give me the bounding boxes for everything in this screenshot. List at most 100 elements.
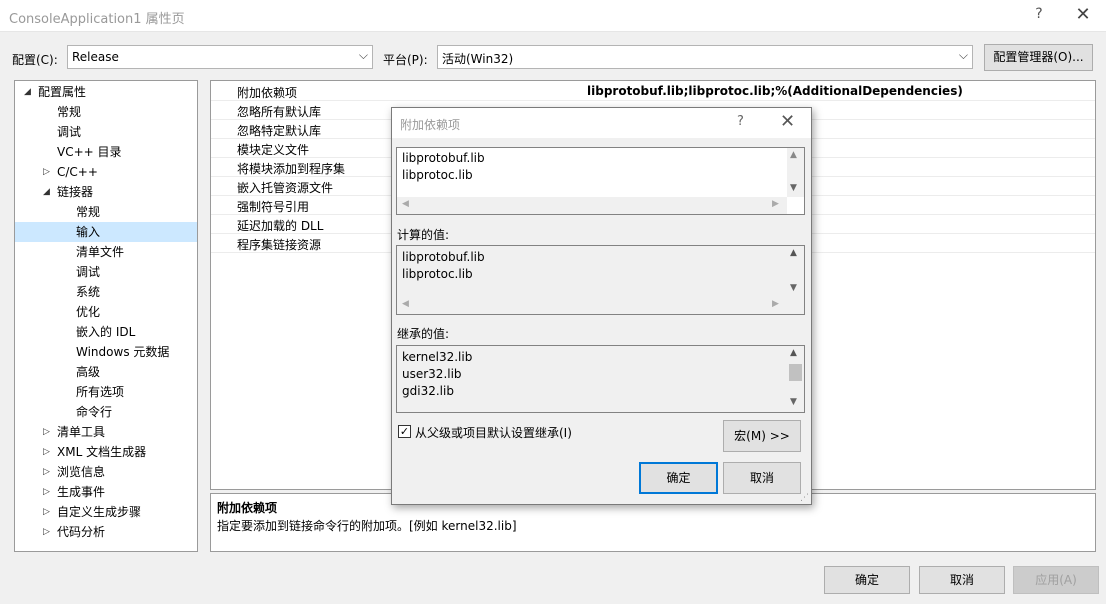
tree-item-c-cpp[interactable]: ▷ C/C++ — [15, 162, 197, 182]
tree-item-label: 清单工具 — [57, 425, 106, 439]
tree-item-label: 命令行 — [76, 405, 113, 419]
property-name: 忽略特定默认库 — [237, 124, 322, 138]
tree-item-label: 生成事件 — [57, 485, 106, 499]
scroll-down-icon[interactable]: ▼ — [790, 283, 797, 293]
dialog-ok-button[interactable]: 确定 — [639, 462, 718, 494]
tree-item-general[interactable]: 常规 — [15, 102, 197, 122]
tree-item-config-properties[interactable]: ◢ 配置属性 — [15, 82, 197, 102]
dialog-title-bar: 附加依赖项 ? ✕ — [392, 108, 811, 138]
tree-item-browse-info[interactable]: ▷ 浏览信息 — [15, 462, 197, 482]
scroll-left-icon[interactable]: ◀ — [402, 299, 409, 309]
dialog-help-button[interactable]: ? — [737, 114, 744, 129]
platform-dropdown[interactable]: 活动(Win32) ⌵ — [437, 45, 973, 69]
platform-label: 平台(P): — [383, 53, 428, 67]
ok-button[interactable]: 确定 — [824, 566, 910, 594]
tree-item-debugging[interactable]: 调试 — [15, 122, 197, 142]
tree-item-system[interactable]: 系统 — [15, 282, 197, 302]
tree-item-command-line[interactable]: 命令行 — [15, 402, 197, 422]
config-dropdown[interactable]: Release ⌵ — [67, 45, 373, 69]
vertical-scrollbar[interactable]: ▲ ▼ — [787, 246, 804, 297]
resize-grip-icon[interactable]: ⋰ — [800, 493, 809, 503]
scroll-left-icon[interactable]: ◀ — [402, 199, 409, 209]
expand-arrow-icon[interactable]: ▷ — [43, 502, 50, 522]
tree-item-linker-general[interactable]: 常规 — [15, 202, 197, 222]
expand-arrow-icon[interactable]: ▷ — [43, 482, 50, 502]
tree-item-label: XML 文档生成器 — [57, 445, 147, 459]
vertical-scrollbar[interactable]: ▲ ▼ — [787, 148, 804, 197]
tree-item-label: 链接器 — [57, 185, 94, 199]
tree-item-build-events[interactable]: ▷ 生成事件 — [15, 482, 197, 502]
tree-item-code-analysis[interactable]: ▷ 代码分析 — [15, 522, 197, 542]
check-icon: ✓ — [399, 425, 410, 438]
tree-item-windows-metadata[interactable]: Windows 元数据 — [15, 342, 197, 362]
tree-item-label: C/C++ — [57, 165, 98, 179]
dependencies-edit-box[interactable]: libprotobuf.lib libprotoc.lib ▲ ▼ ◀ ▶ — [396, 147, 805, 215]
scroll-up-icon[interactable]: ▲ — [790, 150, 797, 160]
grid-row-additional-dependencies[interactable]: 附加依赖项 libprotobuf.lib;libprotoc.lib;%(Ad… — [211, 82, 1095, 101]
horizontal-scrollbar[interactable]: ◀ ▶ — [397, 297, 787, 314]
tree-item-label: 调试 — [57, 125, 82, 139]
inherit-checkbox[interactable]: ✓ — [398, 425, 411, 438]
property-value[interactable]: libprotobuf.lib;libprotoc.lib;%(Addition… — [587, 84, 963, 98]
inherited-line: user32.lib — [402, 367, 462, 381]
scroll-up-icon[interactable]: ▲ — [790, 348, 797, 358]
close-button[interactable]: ✕ — [1073, 4, 1093, 25]
scroll-up-icon[interactable]: ▲ — [790, 248, 797, 258]
property-name: 附加依赖项 — [237, 86, 298, 100]
edit-line: libprotobuf.lib — [402, 151, 485, 165]
expand-arrow-icon[interactable]: ▷ — [43, 422, 50, 442]
property-name: 将模块添加到程序集 — [237, 162, 346, 176]
scroll-right-icon[interactable]: ▶ — [772, 199, 779, 209]
tree-item-label: 输入 — [76, 225, 101, 239]
window-title: ConsoleApplication1 属性页 — [9, 12, 185, 27]
edit-line: libprotoc.lib — [402, 168, 473, 182]
expand-arrow-icon[interactable]: ◢ — [24, 82, 31, 102]
tree-item-manifest-tool[interactable]: ▷ 清单工具 — [15, 422, 197, 442]
expand-arrow-icon[interactable]: ▷ — [43, 462, 50, 482]
macros-button[interactable]: 宏(M) >> — [723, 420, 801, 452]
tree-item-label: 自定义生成步骤 — [57, 505, 142, 519]
cancel-button[interactable]: 取消 — [919, 566, 1005, 594]
inherit-checkbox-label[interactable]: 从父级或项目默认设置继承(I) — [415, 424, 572, 441]
dialog-cancel-button[interactable]: 取消 — [723, 462, 801, 494]
scroll-right-icon[interactable]: ▶ — [772, 299, 779, 309]
property-name: 程序集链接资源 — [237, 238, 322, 252]
tree-item-label: 调试 — [76, 265, 101, 279]
apply-button[interactable]: 应用(A) — [1013, 566, 1099, 594]
evaluated-values-label: 计算的值: — [397, 228, 450, 242]
horizontal-scrollbar[interactable]: ◀ ▶ — [397, 197, 787, 214]
tree-item-advanced[interactable]: 高级 — [15, 362, 197, 382]
help-button[interactable]: ? — [1031, 6, 1047, 22]
tree-item-custom-build-step[interactable]: ▷ 自定义生成步骤 — [15, 502, 197, 522]
tree-item-xml-doc-generator[interactable]: ▷ XML 文档生成器 — [15, 442, 197, 462]
scroll-down-icon[interactable]: ▼ — [790, 397, 797, 407]
config-value: Release — [72, 50, 119, 64]
expand-arrow-icon[interactable]: ▷ — [43, 162, 50, 182]
tree-item-all-options[interactable]: 所有选项 — [15, 382, 197, 402]
tree-item-label: 嵌入的 IDL — [76, 325, 136, 339]
property-name: 强制符号引用 — [237, 200, 310, 214]
tree-item-linker-debugging[interactable]: 调试 — [15, 262, 197, 282]
scrollbar-thumb[interactable] — [789, 364, 802, 381]
description-title: 附加依赖项 — [217, 501, 278, 515]
tree-item-optimization[interactable]: 优化 — [15, 302, 197, 322]
config-manager-button[interactable]: 配置管理器(O)... — [984, 44, 1093, 71]
vertical-scrollbar[interactable]: ▲ ▼ — [787, 346, 804, 412]
inherited-values-box[interactable]: kernel32.lib user32.lib gdi32.lib ▲ ▼ — [396, 345, 805, 413]
tree-item-linker-input[interactable]: 输入 — [15, 222, 197, 242]
property-tree: ◢ 配置属性 常规 调试 VC++ 目录 ▷ C/C++ ◢ 链接器 常规 输入… — [14, 80, 198, 552]
expand-arrow-icon[interactable]: ▷ — [43, 522, 50, 542]
tree-item-label: VC++ 目录 — [57, 145, 122, 159]
expand-arrow-icon[interactable]: ▷ — [43, 442, 50, 462]
tree-item-vc-directories[interactable]: VC++ 目录 — [15, 142, 197, 162]
evaluated-values-box[interactable]: libprotobuf.lib libprotoc.lib ▲ ▼ ◀ ▶ — [396, 245, 805, 315]
inherited-values-label: 继承的值: — [397, 327, 450, 341]
expand-arrow-icon[interactable]: ◢ — [43, 182, 50, 202]
tree-item-manifest-file[interactable]: 清单文件 — [15, 242, 197, 262]
dialog-close-button[interactable]: ✕ — [780, 111, 795, 132]
tree-item-embedded-idl[interactable]: 嵌入的 IDL — [15, 322, 197, 342]
inherited-line: kernel32.lib — [402, 350, 473, 364]
tree-item-label: 系统 — [76, 285, 101, 299]
scroll-down-icon[interactable]: ▼ — [790, 183, 797, 193]
tree-item-linker[interactable]: ◢ 链接器 — [15, 182, 197, 202]
